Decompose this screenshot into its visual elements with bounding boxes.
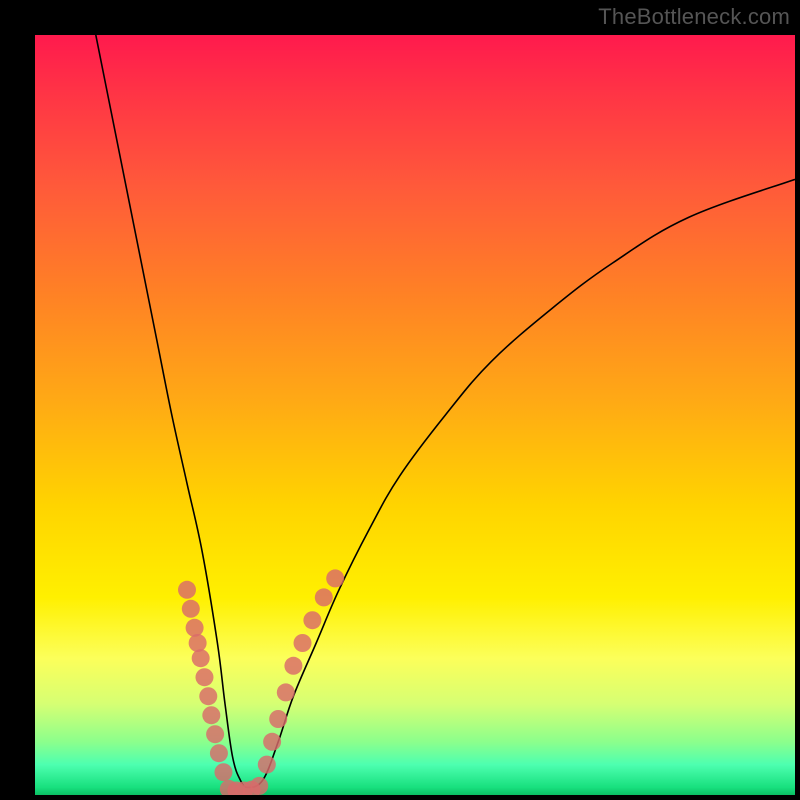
scatter-dot: [277, 683, 295, 701]
scatter-dots-group: [178, 569, 344, 795]
scatter-dot: [284, 657, 302, 675]
scatter-dot: [195, 668, 213, 686]
scatter-dot: [202, 706, 220, 724]
scatter-dot: [258, 756, 276, 774]
scatter-dot: [214, 763, 232, 781]
chart-stage: TheBottleneck.com: [0, 0, 800, 800]
chart-overlay-svg: [35, 35, 795, 795]
scatter-dot: [250, 777, 268, 795]
scatter-dot: [315, 588, 333, 606]
plot-area: [35, 35, 795, 795]
scatter-dot: [192, 649, 210, 667]
scatter-dot: [303, 611, 321, 629]
scatter-dot: [210, 744, 228, 762]
scatter-dot: [206, 725, 224, 743]
scatter-dot: [182, 600, 200, 618]
scatter-dot: [186, 619, 204, 637]
scatter-dot: [263, 733, 281, 751]
scatter-dot: [269, 710, 287, 728]
scatter-dot: [199, 687, 217, 705]
scatter-dot: [326, 569, 344, 587]
scatter-dot: [189, 634, 207, 652]
scatter-dot: [294, 634, 312, 652]
watermark-text: TheBottleneck.com: [598, 4, 790, 30]
scatter-dot: [178, 581, 196, 599]
